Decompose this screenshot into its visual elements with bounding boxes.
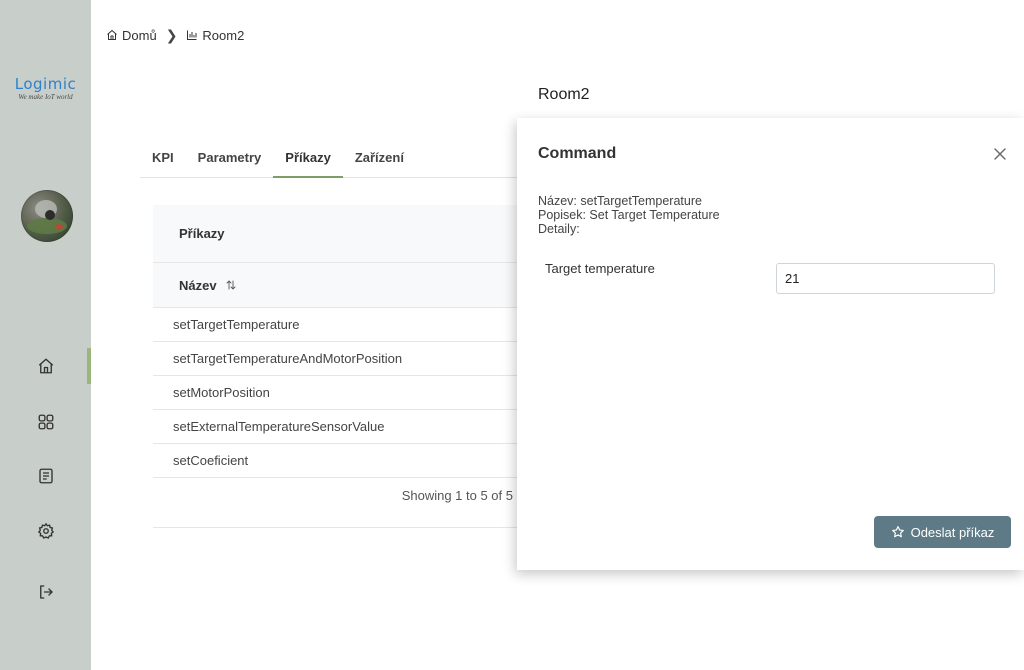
breadcrumb: Domů ❯ Room2 bbox=[106, 26, 244, 44]
divider bbox=[153, 527, 533, 528]
sidebar-item-settings[interactable] bbox=[0, 511, 91, 551]
breadcrumb-home-link[interactable]: Domů bbox=[122, 28, 157, 43]
command-panel: Command Název: setTargetTemperature Popi… bbox=[517, 118, 1024, 570]
target-temperature-input[interactable] bbox=[776, 263, 995, 294]
table-row[interactable]: setMotorPosition bbox=[153, 376, 533, 410]
commands-card: Příkazy Název setTargetTemperature setTa… bbox=[153, 205, 533, 528]
column-header-label: Název bbox=[179, 277, 217, 293]
command-info-name: Název: setTargetTemperature bbox=[538, 194, 702, 208]
commands-card-title: Příkazy bbox=[153, 205, 533, 263]
sidebar-item-logout[interactable] bbox=[0, 572, 91, 612]
tab-prikazy[interactable]: Příkazy bbox=[273, 138, 343, 178]
document-icon bbox=[38, 468, 53, 484]
page-title: Room2 bbox=[538, 86, 590, 103]
sidebar: Logimic We make IoT world bbox=[0, 0, 91, 670]
star-icon bbox=[891, 526, 904, 538]
sidebar-item-documents[interactable] bbox=[0, 456, 91, 496]
tab-kpi[interactable]: KPI bbox=[140, 138, 186, 177]
command-name: setMotorPosition bbox=[173, 385, 270, 400]
tab-parametry[interactable]: Parametry bbox=[186, 138, 274, 177]
tab-bar: KPI Parametry Příkazy Zařízení bbox=[140, 138, 540, 178]
pagination-summary: Showing 1 to 5 of 5 bbox=[401, 488, 513, 503]
tab-zarizeni[interactable]: Zařízení bbox=[343, 138, 416, 177]
breadcrumb-separator: ❯ bbox=[165, 26, 178, 43]
logo-tagline: We make IoT world bbox=[18, 93, 73, 101]
logout-icon bbox=[39, 585, 53, 599]
command-name: setExternalTemperatureSensorValue bbox=[173, 419, 385, 434]
sort-icon[interactable] bbox=[225, 279, 237, 291]
command-info-description: Popisek: Set Target Temperature bbox=[538, 208, 720, 222]
command-name: setTargetTemperature bbox=[173, 317, 300, 332]
logo-text: Logimic bbox=[14, 75, 77, 93]
command-info-details: Detaily: bbox=[538, 222, 580, 236]
grid-icon bbox=[38, 414, 53, 430]
column-header-name[interactable]: Název bbox=[153, 263, 533, 308]
breadcrumb-current: Room2 bbox=[202, 27, 245, 43]
active-nav-indicator bbox=[87, 348, 91, 384]
bar-chart-icon bbox=[187, 30, 197, 40]
sidebar-item-home[interactable] bbox=[0, 346, 91, 386]
home-icon bbox=[107, 30, 117, 40]
gear-icon bbox=[37, 522, 54, 539]
sidebar-item-dashboard[interactable] bbox=[0, 402, 91, 442]
target-temperature-label: Target temperature bbox=[545, 261, 655, 276]
table-row[interactable]: setTargetTemperature bbox=[153, 308, 533, 342]
command-name: setTargetTemperatureAndMotorPosition bbox=[173, 351, 403, 366]
command-info: Název: setTargetTemperature Popisek: Set… bbox=[538, 194, 720, 236]
avatar[interactable] bbox=[21, 190, 73, 242]
table-row[interactable]: setCoeficient bbox=[153, 444, 533, 478]
send-command-button[interactable]: Odeslat příkaz bbox=[874, 516, 1011, 548]
home-icon bbox=[38, 358, 53, 374]
panel-title: Command bbox=[538, 145, 617, 162]
logo[interactable]: Logimic We make IoT world bbox=[0, 76, 91, 101]
command-name: setCoeficient bbox=[173, 453, 249, 468]
table-row[interactable]: setTargetTemperatureAndMotorPosition bbox=[153, 342, 533, 376]
close-icon[interactable] bbox=[993, 147, 1007, 161]
send-command-label: Odeslat příkaz bbox=[910, 524, 995, 540]
table-row[interactable]: setExternalTemperatureSensorValue bbox=[153, 410, 533, 444]
